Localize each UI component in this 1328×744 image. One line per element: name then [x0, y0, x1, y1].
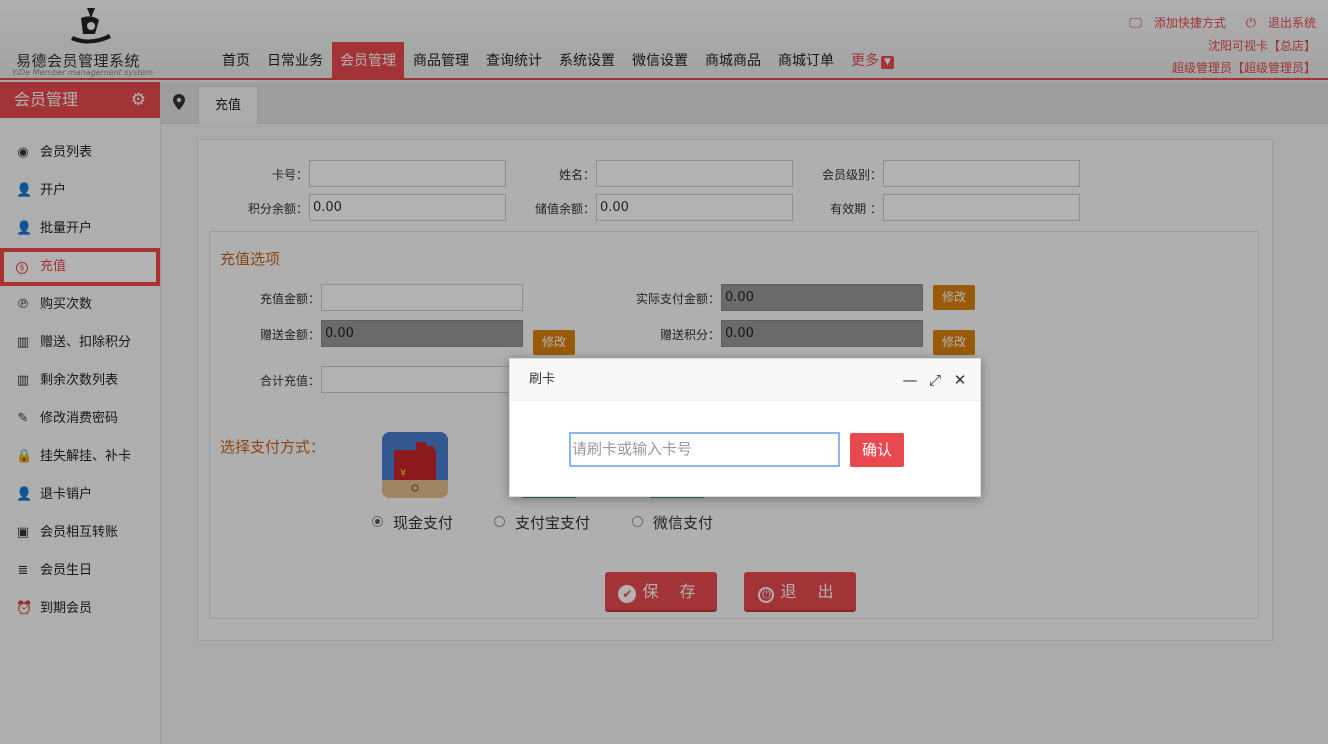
maximize-icon[interactable]: ⤢ — [927, 371, 943, 389]
card-number-input[interactable]: 请刷卡或输入卡号 — [569, 432, 840, 467]
dialog-tools: — ⤢ ✕ — [893, 359, 968, 401]
close-icon[interactable]: ✕ — [952, 371, 968, 389]
dialog-body: 请刷卡或输入卡号 确认 — [510, 401, 980, 497]
dialog-title: 刷卡 — [529, 372, 556, 387]
swipe-card-dialog: 刷卡 — ⤢ ✕ 请刷卡或输入卡号 确认 — [509, 358, 981, 497]
dialog-header: 刷卡 — ⤢ ✕ — [510, 359, 980, 401]
minimize-icon[interactable]: — — [902, 371, 918, 389]
confirm-button[interactable]: 确认 — [850, 433, 904, 467]
